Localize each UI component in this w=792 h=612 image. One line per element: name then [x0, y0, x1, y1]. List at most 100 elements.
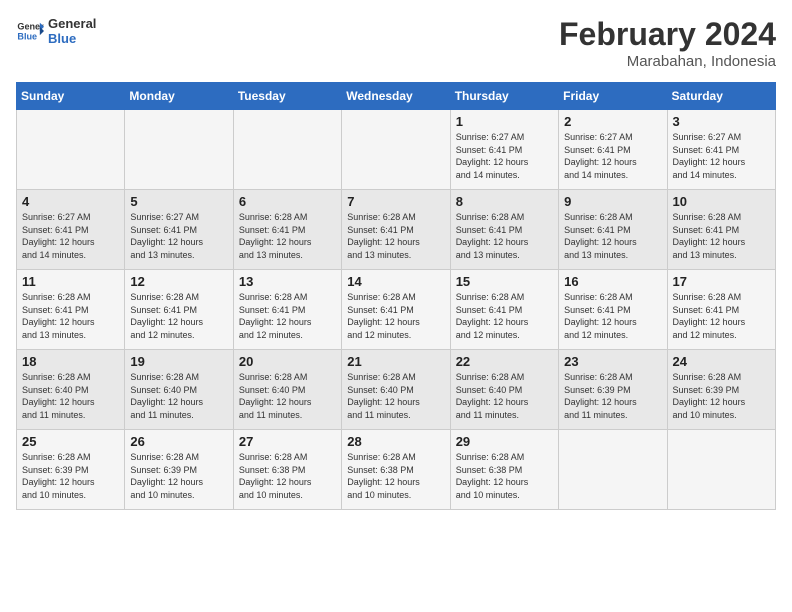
calendar-cell: 1 Sunrise: 6:27 AM Sunset: 6:41 PM Daylig…	[450, 110, 558, 190]
day-info: Sunrise: 6:28 AM Sunset: 6:41 PM Dayligh…	[673, 291, 770, 341]
calendar-cell: 17 Sunrise: 6:28 AM Sunset: 6:41 PM Dayli…	[667, 270, 775, 350]
day-info: Sunrise: 6:28 AM Sunset: 6:41 PM Dayligh…	[239, 291, 336, 341]
day-info: Sunrise: 6:28 AM Sunset: 6:40 PM Dayligh…	[347, 371, 444, 421]
calendar-cell: 19Sunrise: 6:28 AM Sunset: 6:40 PM Dayli…	[125, 350, 233, 430]
calendar-cell: 22 Sunrise: 6:28 AM Sunset: 6:40 PM Dayli…	[450, 350, 558, 430]
calendar-cell: 21 Sunrise: 6:28 AM Sunset: 6:40 PM Dayli…	[342, 350, 450, 430]
day-info: Sunrise: 6:27 AM Sunset: 6:41 PM Dayligh…	[130, 211, 227, 261]
day-number: 24	[673, 354, 770, 369]
day-info: Sunrise: 6:28 AM Sunset: 6:41 PM Dayligh…	[564, 211, 661, 261]
day-number: 6	[239, 194, 336, 209]
day-number: 15	[456, 274, 553, 289]
day-info: Sunrise: 6:28 AM Sunset: 6:40 PM Dayligh…	[130, 371, 227, 421]
day-number: 27	[239, 434, 336, 449]
calendar-subtitle: Marabahan, Indonesia	[559, 53, 776, 70]
calendar-cell: 7Sunrise: 6:28 AM Sunset: 6:41 PM Daylig…	[342, 190, 450, 270]
day-number: 1	[456, 114, 553, 129]
day-number: 22	[456, 354, 553, 369]
day-info: Sunrise: 6:28 AM Sunset: 6:40 PM Dayligh…	[22, 371, 119, 421]
calendar-cell: 6 Sunrise: 6:28 AM Sunset: 6:41 PM Daylig…	[233, 190, 341, 270]
day-info: Sunrise: 6:28 AM Sunset: 6:41 PM Dayligh…	[456, 291, 553, 341]
header-day-monday: Monday	[125, 83, 233, 110]
header-day-tuesday: Tuesday	[233, 83, 341, 110]
week-row-4: 18Sunrise: 6:28 AM Sunset: 6:40 PM Dayli…	[17, 350, 776, 430]
day-number: 14	[347, 274, 444, 289]
day-number: 5	[130, 194, 227, 209]
day-info: Sunrise: 6:28 AM Sunset: 6:39 PM Dayligh…	[564, 371, 661, 421]
day-info: Sunrise: 6:28 AM Sunset: 6:40 PM Dayligh…	[456, 371, 553, 421]
logo: General Blue General Blue	[16, 16, 96, 46]
day-info: Sunrise: 6:28 AM Sunset: 6:41 PM Dayligh…	[673, 211, 770, 261]
header: General Blue General Blue February 2024 …	[16, 16, 776, 70]
day-number: 2	[564, 114, 661, 129]
day-number: 4	[22, 194, 119, 209]
logo-icon: General Blue	[16, 17, 44, 45]
calendar-cell: 28Sunrise: 6:28 AM Sunset: 6:38 PM Dayli…	[342, 430, 450, 510]
day-info: Sunrise: 6:28 AM Sunset: 6:40 PM Dayligh…	[239, 371, 336, 421]
week-row-2: 4 Sunrise: 6:27 AM Sunset: 6:41 PM Daylig…	[17, 190, 776, 270]
day-number: 8	[456, 194, 553, 209]
calendar-cell: 25 Sunrise: 6:28 AM Sunset: 6:39 PM Dayli…	[17, 430, 125, 510]
calendar-cell: 11Sunrise: 6:28 AM Sunset: 6:41 PM Dayli…	[17, 270, 125, 350]
calendar-cell	[233, 110, 341, 190]
day-number: 3	[673, 114, 770, 129]
day-number: 10	[673, 194, 770, 209]
calendar-cell: 20 Sunrise: 6:28 AM Sunset: 6:40 PM Dayli…	[233, 350, 341, 430]
svg-text:Blue: Blue	[17, 31, 37, 41]
day-number: 25	[22, 434, 119, 449]
day-info: Sunrise: 6:28 AM Sunset: 6:41 PM Dayligh…	[347, 291, 444, 341]
day-info: Sunrise: 6:28 AM Sunset: 6:41 PM Dayligh…	[239, 211, 336, 261]
calendar-cell: 8 Sunrise: 6:28 AM Sunset: 6:41 PM Daylig…	[450, 190, 558, 270]
day-info: Sunrise: 6:28 AM Sunset: 6:39 PM Dayligh…	[673, 371, 770, 421]
calendar-cell	[342, 110, 450, 190]
header-day-sunday: Sunday	[17, 83, 125, 110]
day-number: 17	[673, 274, 770, 289]
calendar-table: SundayMondayTuesdayWednesdayThursdayFrid…	[16, 82, 776, 510]
day-info: Sunrise: 6:27 AM Sunset: 6:41 PM Dayligh…	[564, 131, 661, 181]
day-info: Sunrise: 6:28 AM Sunset: 6:38 PM Dayligh…	[456, 451, 553, 501]
header-day-saturday: Saturday	[667, 83, 775, 110]
day-info: Sunrise: 6:28 AM Sunset: 6:39 PM Dayligh…	[22, 451, 119, 501]
calendar-cell: 14 Sunrise: 6:28 AM Sunset: 6:41 PM Dayli…	[342, 270, 450, 350]
day-info: Sunrise: 6:28 AM Sunset: 6:41 PM Dayligh…	[564, 291, 661, 341]
title-block: February 2024 Marabahan, Indonesia	[559, 16, 776, 70]
calendar-cell: 16 Sunrise: 6:28 AM Sunset: 6:41 PM Dayli…	[559, 270, 667, 350]
calendar-cell: 12Sunrise: 6:28 AM Sunset: 6:41 PM Dayli…	[125, 270, 233, 350]
calendar-cell: 23Sunrise: 6:28 AM Sunset: 6:39 PM Dayli…	[559, 350, 667, 430]
calendar-cell: 13 Sunrise: 6:28 AM Sunset: 6:41 PM Dayli…	[233, 270, 341, 350]
calendar-cell: 4 Sunrise: 6:27 AM Sunset: 6:41 PM Daylig…	[17, 190, 125, 270]
day-info: Sunrise: 6:27 AM Sunset: 6:41 PM Dayligh…	[22, 211, 119, 261]
day-number: 26	[130, 434, 227, 449]
day-number: 20	[239, 354, 336, 369]
calendar-cell: 2 Sunrise: 6:27 AM Sunset: 6:41 PM Daylig…	[559, 110, 667, 190]
calendar-cell: 9Sunrise: 6:28 AM Sunset: 6:41 PM Daylig…	[559, 190, 667, 270]
header-day-wednesday: Wednesday	[342, 83, 450, 110]
day-info: Sunrise: 6:28 AM Sunset: 6:41 PM Dayligh…	[456, 211, 553, 261]
calendar-cell	[125, 110, 233, 190]
calendar-cell: 27 Sunrise: 6:28 AM Sunset: 6:38 PM Dayli…	[233, 430, 341, 510]
logo-general: General	[48, 16, 96, 31]
header-day-thursday: Thursday	[450, 83, 558, 110]
calendar-cell: 18Sunrise: 6:28 AM Sunset: 6:40 PM Dayli…	[17, 350, 125, 430]
week-row-1: 1 Sunrise: 6:27 AM Sunset: 6:41 PM Daylig…	[17, 110, 776, 190]
logo-blue: Blue	[48, 31, 96, 46]
day-number: 16	[564, 274, 661, 289]
day-info: Sunrise: 6:28 AM Sunset: 6:41 PM Dayligh…	[347, 211, 444, 261]
day-info: Sunrise: 6:28 AM Sunset: 6:38 PM Dayligh…	[239, 451, 336, 501]
day-info: Sunrise: 6:27 AM Sunset: 6:41 PM Dayligh…	[673, 131, 770, 181]
calendar-cell: 15 Sunrise: 6:28 AM Sunset: 6:41 PM Dayli…	[450, 270, 558, 350]
calendar-cell	[667, 430, 775, 510]
calendar-cell: 29Sunrise: 6:28 AM Sunset: 6:38 PM Dayli…	[450, 430, 558, 510]
day-info: Sunrise: 6:27 AM Sunset: 6:41 PM Dayligh…	[456, 131, 553, 181]
header-row: SundayMondayTuesdayWednesdayThursdayFrid…	[17, 83, 776, 110]
calendar-cell: 3 Sunrise: 6:27 AM Sunset: 6:41 PM Daylig…	[667, 110, 775, 190]
day-number: 13	[239, 274, 336, 289]
day-number: 12	[130, 274, 227, 289]
calendar-title: February 2024	[559, 16, 776, 53]
week-row-5: 25 Sunrise: 6:28 AM Sunset: 6:39 PM Dayli…	[17, 430, 776, 510]
week-row-3: 11Sunrise: 6:28 AM Sunset: 6:41 PM Dayli…	[17, 270, 776, 350]
day-number: 21	[347, 354, 444, 369]
day-info: Sunrise: 6:28 AM Sunset: 6:38 PM Dayligh…	[347, 451, 444, 501]
calendar-cell: 10 Sunrise: 6:28 AM Sunset: 6:41 PM Dayli…	[667, 190, 775, 270]
calendar-cell: 5 Sunrise: 6:27 AM Sunset: 6:41 PM Daylig…	[125, 190, 233, 270]
